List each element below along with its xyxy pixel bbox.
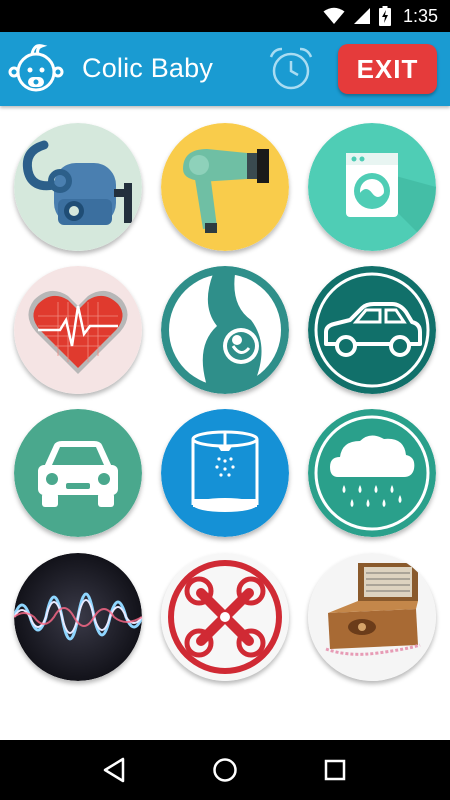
sound-button-womb[interactable] — [161, 266, 289, 394]
status-time: 1:35 — [402, 5, 438, 26]
sound-button-music-box[interactable] — [308, 553, 436, 681]
rain-cloud-icon — [308, 409, 436, 537]
battery-charging-icon — [378, 6, 391, 26]
recents-button[interactable] — [315, 750, 355, 790]
sound-button-car-engine[interactable] — [14, 409, 142, 537]
pregnant-belly-icon — [161, 266, 289, 394]
app-bar: Colic Baby EXIT — [0, 32, 450, 106]
hair-dryer-icon — [161, 123, 289, 251]
baby-face-icon — [8, 44, 64, 92]
sound-button-car-ride[interactable] — [308, 266, 436, 394]
sound-wave-icon — [14, 553, 142, 681]
screen: 1:35 Colic Baby EXIT — [0, 0, 450, 800]
car-side-icon — [308, 266, 436, 394]
sound-button-drone[interactable] — [161, 553, 289, 681]
vacuum-cleaner-icon — [14, 123, 142, 251]
exit-button[interactable]: EXIT — [338, 44, 437, 94]
home-icon — [213, 758, 237, 782]
cell-signal-icon — [353, 8, 370, 24]
sound-grid — [0, 106, 450, 740]
sound-button-white-noise[interactable] — [14, 553, 142, 681]
app-title: Colic Baby — [82, 53, 214, 83]
sound-button-vacuum-cleaner[interactable] — [14, 123, 142, 251]
sound-button-rain[interactable] — [308, 409, 436, 537]
wifi-icon — [323, 7, 345, 24]
nav-bar — [0, 740, 450, 800]
sound-button-heartbeat[interactable] — [14, 266, 142, 394]
shower-cabin-icon — [161, 409, 289, 537]
back-button[interactable] — [95, 750, 135, 790]
recents-icon — [324, 759, 346, 781]
sound-button-washing-machine[interactable] — [308, 123, 436, 251]
washing-machine-icon — [308, 123, 436, 251]
heart-monitor-icon — [14, 266, 142, 394]
sound-button-hair-dryer[interactable] — [161, 123, 289, 251]
music-box-icon — [308, 553, 436, 681]
alarm-clock-icon[interactable] — [266, 44, 316, 94]
drone-icon — [161, 553, 289, 681]
home-button[interactable] — [205, 750, 245, 790]
car-front-icon — [14, 409, 142, 537]
status-bar: 1:35 — [0, 0, 450, 32]
sound-button-shower[interactable] — [161, 409, 289, 537]
back-icon — [103, 757, 125, 783]
